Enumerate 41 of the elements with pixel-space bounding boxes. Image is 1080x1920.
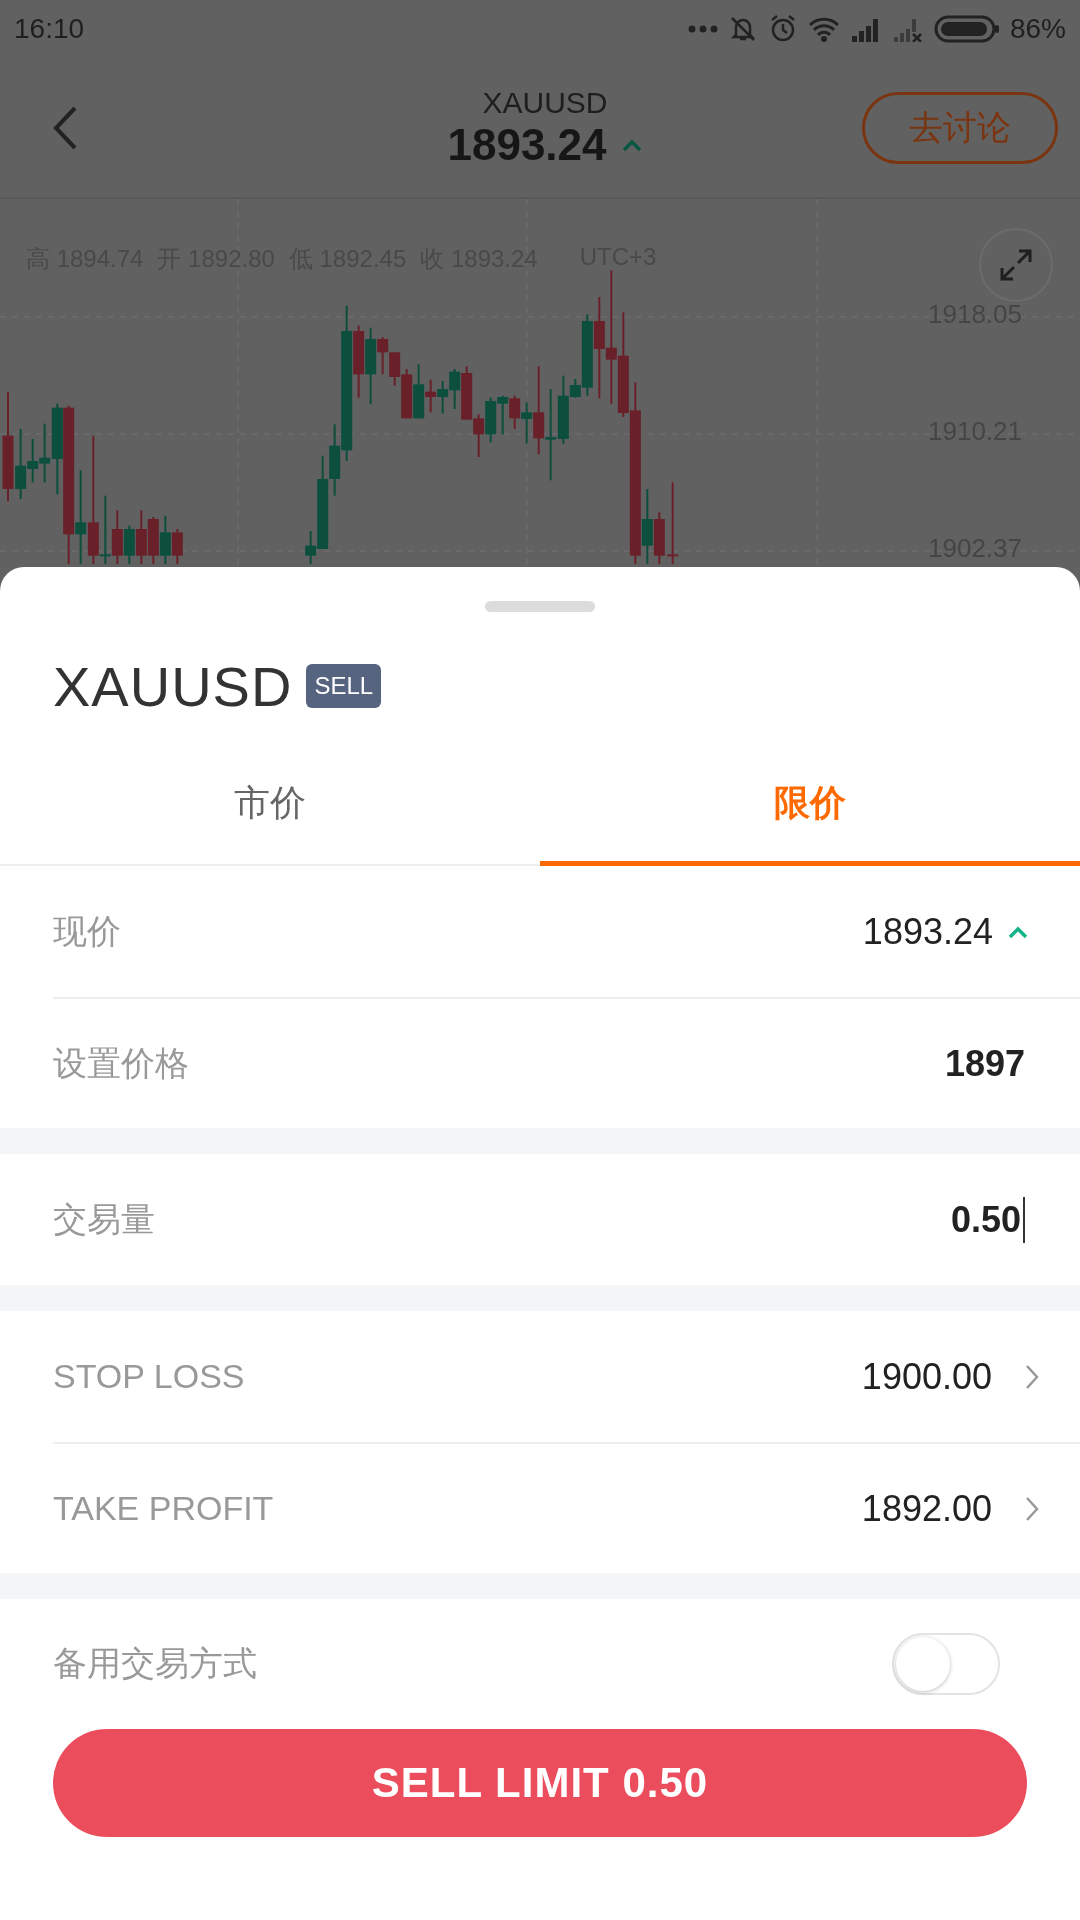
field-value[interactable]: 1900.00 bbox=[861, 1355, 992, 1398]
field-value: 1893.24 bbox=[862, 910, 993, 953]
field-label: 交易量 bbox=[53, 1198, 156, 1240]
candle bbox=[135, 509, 147, 565]
candle bbox=[147, 516, 159, 565]
candle bbox=[497, 394, 509, 436]
back-icon[interactable] bbox=[52, 104, 78, 151]
symbol-title: XAUUSD bbox=[482, 85, 608, 120]
field-label: 现价 bbox=[53, 910, 122, 952]
current-price: 1893.24 bbox=[447, 119, 607, 170]
field-label: 设置价格 bbox=[53, 1042, 190, 1084]
drag-handle[interactable] bbox=[485, 601, 595, 612]
candle bbox=[111, 509, 123, 565]
candle bbox=[653, 511, 665, 565]
input-field[interactable]: 1897 bbox=[944, 1042, 1025, 1085]
candle bbox=[461, 365, 473, 421]
battery-percentage: 86% bbox=[1009, 13, 1066, 45]
order-type-tab[interactable]: 市价 bbox=[0, 745, 540, 866]
candle bbox=[171, 528, 183, 565]
candle bbox=[473, 413, 485, 458]
field-label: TAKE PROFIT bbox=[53, 1489, 275, 1528]
candle bbox=[123, 524, 135, 565]
candle bbox=[449, 368, 461, 410]
expand-arrows-icon bbox=[998, 247, 1034, 283]
submit-button[interactable]: SELL LIMIT 0.50 bbox=[53, 1729, 1027, 1837]
candle bbox=[159, 514, 171, 565]
candle bbox=[485, 396, 497, 444]
field-value[interactable]: 1892.00 bbox=[861, 1487, 992, 1530]
input-field[interactable]: 0.50 bbox=[950, 1196, 1025, 1243]
battery-icon bbox=[933, 15, 1000, 43]
more-dots-icon bbox=[687, 25, 718, 33]
side-badge: SELL bbox=[306, 664, 382, 708]
wifi-icon bbox=[807, 15, 840, 43]
field-label: STOP LOSS bbox=[53, 1357, 246, 1396]
candle bbox=[437, 380, 449, 415]
order-symbol: XAUUSD bbox=[53, 653, 293, 719]
candle bbox=[509, 394, 521, 430]
no-signal-icon bbox=[891, 16, 924, 42]
clock-time: 16:10 bbox=[14, 13, 85, 45]
toggle-label: 备用交易方式 bbox=[53, 1643, 258, 1684]
fullscreen-button[interactable] bbox=[979, 228, 1053, 302]
